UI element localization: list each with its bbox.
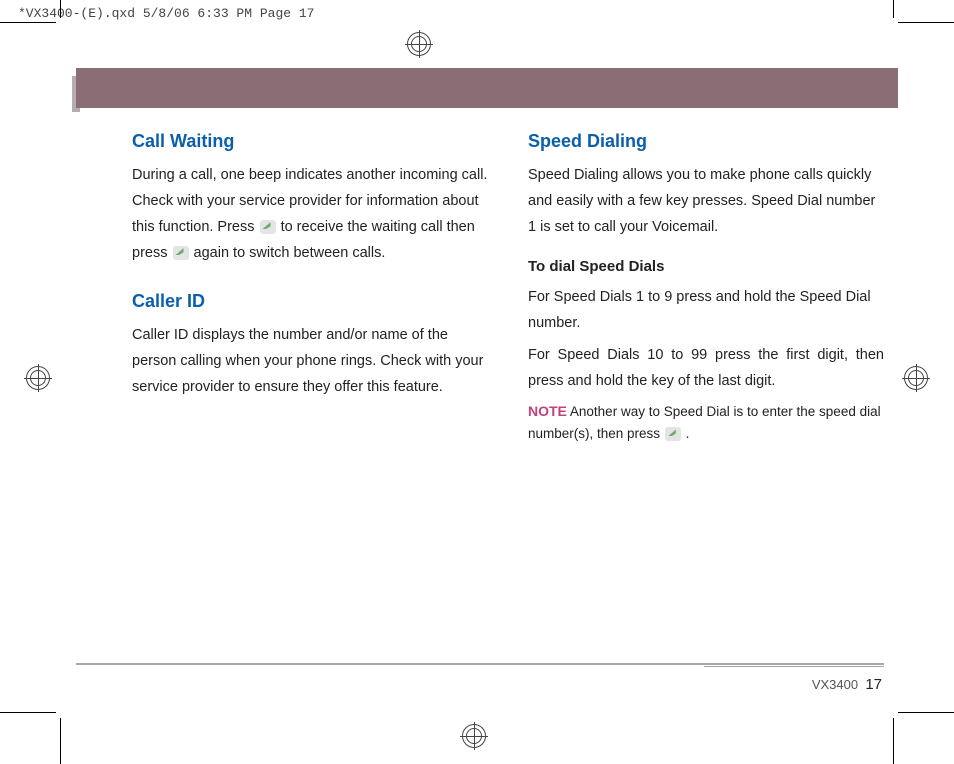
text-span: again to switch between calls.: [194, 245, 386, 261]
note-text: NOTE Another way to Speed Dial is to ent…: [528, 400, 884, 445]
page-number: 17: [865, 676, 882, 693]
crop-mark: [898, 22, 954, 23]
model-label: VX3400: [812, 677, 858, 692]
right-column: Speed Dialing Speed Dialing allows you t…: [528, 128, 884, 451]
crop-mark: [898, 712, 954, 713]
crop-mark: [893, 718, 894, 764]
crop-mark: [0, 712, 56, 713]
register-mark: [405, 30, 433, 58]
crop-mark: [0, 22, 56, 23]
text-span: Another way to Speed Dial is to enter th…: [528, 404, 881, 441]
body-text: Speed Dialing allows you to make phone c…: [528, 162, 884, 240]
body-text: For Speed Dials 1 to 9 press and hold th…: [528, 284, 884, 336]
register-mark: [902, 364, 930, 392]
text-span: .: [686, 426, 690, 441]
send-key-icon: [173, 246, 189, 260]
body-text: For Speed Dials 10 to 99 press the first…: [528, 342, 884, 394]
heading-call-waiting: Call Waiting: [132, 128, 488, 154]
subheading-to-dial: To dial Speed Dials: [528, 254, 884, 280]
header-banner: [76, 68, 898, 108]
crop-mark: [60, 0, 61, 18]
crop-mark: [893, 0, 894, 18]
note-label: NOTE: [528, 403, 567, 419]
heading-caller-id: Caller ID: [132, 288, 488, 314]
heading-speed-dialing: Speed Dialing: [528, 128, 884, 154]
send-key-icon: [665, 427, 681, 441]
register-mark: [24, 364, 52, 392]
register-mark: [460, 722, 488, 750]
body-text: During a call, one beep indicates anothe…: [132, 162, 488, 266]
left-column: Call Waiting During a call, one beep ind…: [132, 128, 488, 451]
footer-text: VX3400 17: [812, 676, 882, 693]
footer-rule-short: [704, 666, 884, 667]
send-key-icon: [260, 220, 276, 234]
body-text: Caller ID displays the number and/or nam…: [132, 322, 488, 400]
qxd-header-line: *VX3400-(E).qxd 5/8/06 6:33 PM Page 17: [18, 6, 314, 21]
footer-rule: [76, 663, 884, 665]
crop-mark: [60, 718, 61, 764]
